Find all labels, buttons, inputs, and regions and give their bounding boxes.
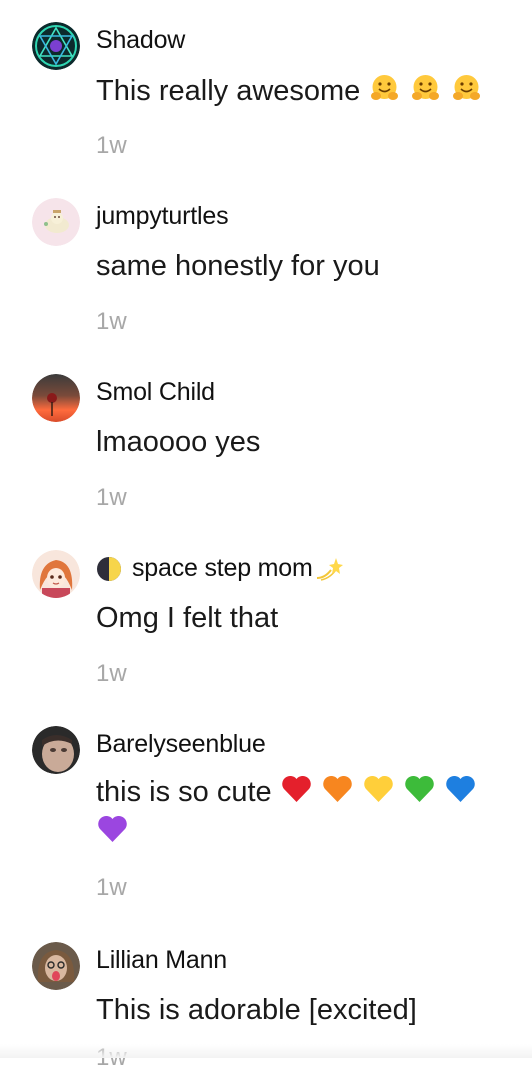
comment-timestamp: 1w	[96, 874, 127, 901]
dizzy-star-icon	[315, 556, 343, 582]
anime-girl-avatar	[32, 550, 80, 598]
purple-heart-emoji	[96, 813, 129, 846]
hugging-face-emoji	[450, 72, 483, 105]
comment-text: This is adorable [excited]	[96, 994, 417, 1026]
comment-author[interactable]: space step mom	[96, 554, 343, 583]
comment-author[interactable]: Lillian Mann	[96, 946, 227, 975]
avatar[interactable]	[32, 942, 80, 990]
filtered-face-avatar	[32, 942, 80, 990]
avatar[interactable]	[32, 198, 80, 246]
comment-timestamp: 1w	[96, 484, 127, 511]
scroll-fade	[0, 1044, 532, 1058]
yellow-heart-emoji	[362, 773, 395, 806]
green-heart-emoji	[403, 773, 436, 806]
orange-heart-emoji	[321, 773, 354, 806]
comment-author[interactable]: Smol Child	[96, 378, 215, 407]
avatar[interactable]	[32, 726, 80, 774]
sunset-rose-avatar	[32, 374, 80, 422]
avatar[interactable]	[32, 374, 80, 422]
red-heart-emoji	[280, 773, 313, 806]
comment-timestamp: 1w	[96, 132, 127, 159]
comment-text-content: This really awesome	[96, 75, 361, 107]
avatar[interactable]	[32, 22, 80, 70]
comment-text-content: this is so cute	[96, 776, 272, 808]
comment-timestamp: 1w	[96, 308, 127, 335]
avatar[interactable]	[32, 550, 80, 598]
face-photo-avatar	[32, 726, 80, 774]
comment-timestamp: 1w	[96, 660, 127, 687]
cartoon-turtle-avatar	[32, 198, 80, 246]
hugging-face-emoji	[409, 72, 442, 105]
comment-author-label: space step mom	[132, 554, 313, 582]
comment-author[interactable]: jumpyturtles	[96, 202, 229, 231]
first-quarter-moon-icon	[96, 556, 122, 582]
geometric-teal-avatar	[32, 22, 80, 70]
comment-author[interactable]: Shadow	[96, 26, 185, 55]
comment-author[interactable]: Barelyseenblue	[96, 730, 266, 759]
blue-heart-emoji	[444, 773, 477, 806]
comment-text: This really awesome	[96, 72, 506, 109]
comment-text: this is so cute	[96, 772, 506, 852]
comment-text: Omg I felt that	[96, 602, 279, 634]
hugging-face-emoji	[368, 72, 401, 105]
comment-text: lmaoooo yes	[96, 426, 261, 458]
comment-text: same honestly for you	[96, 250, 380, 282]
